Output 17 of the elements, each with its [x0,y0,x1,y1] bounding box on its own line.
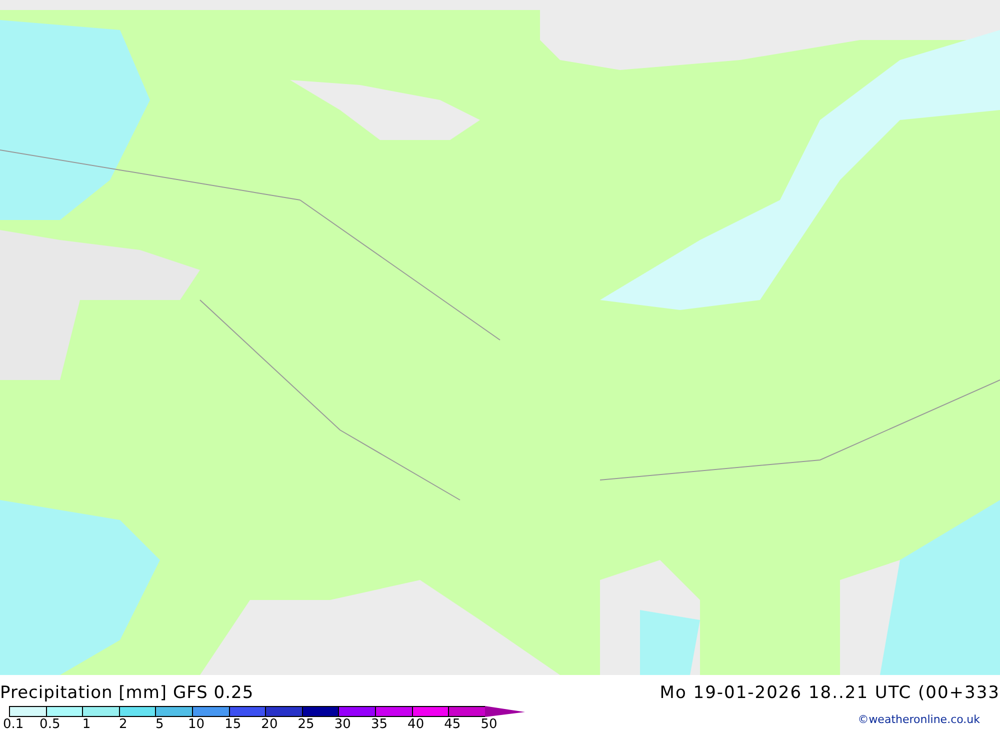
legend-label: 25 [296,717,316,732]
credit-text: ©weatheronline.co.uk [858,713,980,726]
legend-label: 20 [260,717,279,732]
legend-label: 10 [186,717,206,732]
legend-label: 2 [118,717,128,732]
legend-label: 0.5 [38,717,62,732]
legend-label: 1 [81,717,92,732]
legend-label: 35 [370,717,388,732]
legend-label: 45 [443,717,462,732]
legend-label: 15 [224,717,242,732]
legend-label: 50 [480,717,498,732]
valid-time: Mo 19-01-2026 18..21 UTC (00+333 [660,683,1000,703]
legend-label: 5 [154,717,165,732]
legend-label: 0.1 [2,717,25,732]
chart-title: Precipitation [mm] GFS 0.25 [0,683,255,703]
legend-label: 40 [406,717,426,732]
legend-label: 30 [333,717,352,732]
